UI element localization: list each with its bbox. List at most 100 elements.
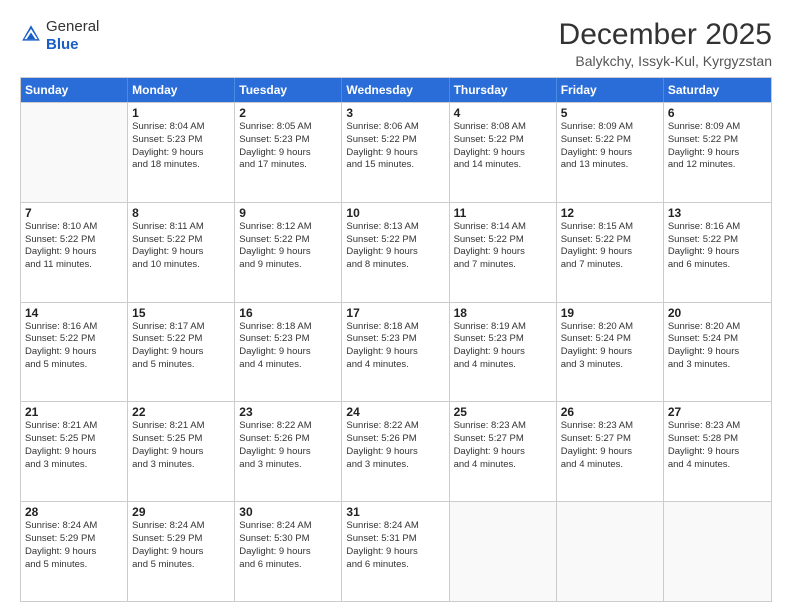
cal-cell: 11Sunrise: 8:14 AM Sunset: 5:22 PM Dayli… (450, 203, 557, 302)
day-number: 31 (346, 505, 444, 519)
logo-text: General Blue (46, 18, 99, 54)
cell-info: Sunrise: 8:20 AM Sunset: 5:24 PM Dayligh… (668, 321, 767, 372)
week-row-3: 14Sunrise: 8:16 AM Sunset: 5:22 PM Dayli… (21, 302, 771, 402)
cell-info: Sunrise: 8:16 AM Sunset: 5:22 PM Dayligh… (668, 221, 767, 272)
day-number: 21 (25, 405, 123, 419)
day-number: 4 (454, 106, 552, 120)
location-title: Balykchy, Issyk-Kul, Kyrgyzstan (559, 53, 772, 69)
day-number: 3 (346, 106, 444, 120)
cell-info: Sunrise: 8:09 AM Sunset: 5:22 PM Dayligh… (561, 121, 659, 172)
day-number: 24 (346, 405, 444, 419)
cell-info: Sunrise: 8:04 AM Sunset: 5:23 PM Dayligh… (132, 121, 230, 172)
cell-info: Sunrise: 8:17 AM Sunset: 5:22 PM Dayligh… (132, 321, 230, 372)
cell-info: Sunrise: 8:19 AM Sunset: 5:23 PM Dayligh… (454, 321, 552, 372)
header: General Blue December 2025 Balykchy, Iss… (20, 18, 772, 69)
day-number: 23 (239, 405, 337, 419)
day-number: 1 (132, 106, 230, 120)
day-number: 10 (346, 206, 444, 220)
day-number: 16 (239, 306, 337, 320)
day-number: 18 (454, 306, 552, 320)
cell-info: Sunrise: 8:23 AM Sunset: 5:28 PM Dayligh… (668, 420, 767, 471)
day-number: 29 (132, 505, 230, 519)
cell-info: Sunrise: 8:20 AM Sunset: 5:24 PM Dayligh… (561, 321, 659, 372)
cell-info: Sunrise: 8:14 AM Sunset: 5:22 PM Dayligh… (454, 221, 552, 272)
day-number: 11 (454, 206, 552, 220)
cal-cell: 5Sunrise: 8:09 AM Sunset: 5:22 PM Daylig… (557, 103, 664, 202)
day-number: 9 (239, 206, 337, 220)
header-day-saturday: Saturday (664, 78, 771, 102)
cal-cell: 2Sunrise: 8:05 AM Sunset: 5:23 PM Daylig… (235, 103, 342, 202)
day-number: 6 (668, 106, 767, 120)
day-number: 20 (668, 306, 767, 320)
cal-cell: 9Sunrise: 8:12 AM Sunset: 5:22 PM Daylig… (235, 203, 342, 302)
page: General Blue December 2025 Balykchy, Iss… (0, 0, 792, 612)
cal-cell: 20Sunrise: 8:20 AM Sunset: 5:24 PM Dayli… (664, 303, 771, 402)
cal-cell: 22Sunrise: 8:21 AM Sunset: 5:25 PM Dayli… (128, 402, 235, 501)
cal-cell: 12Sunrise: 8:15 AM Sunset: 5:22 PM Dayli… (557, 203, 664, 302)
calendar: SundayMondayTuesdayWednesdayThursdayFrid… (20, 77, 772, 602)
header-day-tuesday: Tuesday (235, 78, 342, 102)
header-day-monday: Monday (128, 78, 235, 102)
day-number: 19 (561, 306, 659, 320)
cell-info: Sunrise: 8:15 AM Sunset: 5:22 PM Dayligh… (561, 221, 659, 272)
cal-cell: 21Sunrise: 8:21 AM Sunset: 5:25 PM Dayli… (21, 402, 128, 501)
cell-info: Sunrise: 8:18 AM Sunset: 5:23 PM Dayligh… (346, 321, 444, 372)
cell-info: Sunrise: 8:24 AM Sunset: 5:29 PM Dayligh… (25, 520, 123, 571)
day-number: 13 (668, 206, 767, 220)
cell-info: Sunrise: 8:10 AM Sunset: 5:22 PM Dayligh… (25, 221, 123, 272)
cell-info: Sunrise: 8:06 AM Sunset: 5:22 PM Dayligh… (346, 121, 444, 172)
cell-info: Sunrise: 8:23 AM Sunset: 5:27 PM Dayligh… (561, 420, 659, 471)
header-day-friday: Friday (557, 78, 664, 102)
cal-cell (21, 103, 128, 202)
header-day-sunday: Sunday (21, 78, 128, 102)
cell-info: Sunrise: 8:24 AM Sunset: 5:30 PM Dayligh… (239, 520, 337, 571)
calendar-body: 1Sunrise: 8:04 AM Sunset: 5:23 PM Daylig… (21, 102, 771, 601)
cal-cell: 3Sunrise: 8:06 AM Sunset: 5:22 PM Daylig… (342, 103, 449, 202)
cell-info: Sunrise: 8:24 AM Sunset: 5:29 PM Dayligh… (132, 520, 230, 571)
day-number: 27 (668, 405, 767, 419)
cal-cell: 16Sunrise: 8:18 AM Sunset: 5:23 PM Dayli… (235, 303, 342, 402)
day-number: 7 (25, 206, 123, 220)
title-block: December 2025 Balykchy, Issyk-Kul, Kyrgy… (559, 18, 772, 69)
cal-cell: 29Sunrise: 8:24 AM Sunset: 5:29 PM Dayli… (128, 502, 235, 601)
cell-info: Sunrise: 8:21 AM Sunset: 5:25 PM Dayligh… (132, 420, 230, 471)
logo-icon (20, 23, 42, 50)
day-number: 15 (132, 306, 230, 320)
cal-cell: 1Sunrise: 8:04 AM Sunset: 5:23 PM Daylig… (128, 103, 235, 202)
cell-info: Sunrise: 8:22 AM Sunset: 5:26 PM Dayligh… (346, 420, 444, 471)
week-row-4: 21Sunrise: 8:21 AM Sunset: 5:25 PM Dayli… (21, 401, 771, 501)
cal-cell: 30Sunrise: 8:24 AM Sunset: 5:30 PM Dayli… (235, 502, 342, 601)
logo-blue: Blue (46, 36, 79, 53)
cal-cell: 7Sunrise: 8:10 AM Sunset: 5:22 PM Daylig… (21, 203, 128, 302)
cell-info: Sunrise: 8:23 AM Sunset: 5:27 PM Dayligh… (454, 420, 552, 471)
cal-cell: 15Sunrise: 8:17 AM Sunset: 5:22 PM Dayli… (128, 303, 235, 402)
day-number: 26 (561, 405, 659, 419)
cal-cell (664, 502, 771, 601)
cal-cell: 28Sunrise: 8:24 AM Sunset: 5:29 PM Dayli… (21, 502, 128, 601)
day-number: 22 (132, 405, 230, 419)
header-day-thursday: Thursday (450, 78, 557, 102)
day-number: 30 (239, 505, 337, 519)
day-number: 2 (239, 106, 337, 120)
cal-cell: 6Sunrise: 8:09 AM Sunset: 5:22 PM Daylig… (664, 103, 771, 202)
cal-cell: 24Sunrise: 8:22 AM Sunset: 5:26 PM Dayli… (342, 402, 449, 501)
cell-info: Sunrise: 8:22 AM Sunset: 5:26 PM Dayligh… (239, 420, 337, 471)
cal-cell: 26Sunrise: 8:23 AM Sunset: 5:27 PM Dayli… (557, 402, 664, 501)
day-number: 14 (25, 306, 123, 320)
day-number: 28 (25, 505, 123, 519)
week-row-1: 1Sunrise: 8:04 AM Sunset: 5:23 PM Daylig… (21, 102, 771, 202)
day-number: 17 (346, 306, 444, 320)
cal-cell: 31Sunrise: 8:24 AM Sunset: 5:31 PM Dayli… (342, 502, 449, 601)
cal-cell (557, 502, 664, 601)
cell-info: Sunrise: 8:05 AM Sunset: 5:23 PM Dayligh… (239, 121, 337, 172)
cal-cell: 19Sunrise: 8:20 AM Sunset: 5:24 PM Dayli… (557, 303, 664, 402)
cal-cell: 13Sunrise: 8:16 AM Sunset: 5:22 PM Dayli… (664, 203, 771, 302)
cal-cell: 14Sunrise: 8:16 AM Sunset: 5:22 PM Dayli… (21, 303, 128, 402)
cell-info: Sunrise: 8:24 AM Sunset: 5:31 PM Dayligh… (346, 520, 444, 571)
day-number: 5 (561, 106, 659, 120)
cell-info: Sunrise: 8:21 AM Sunset: 5:25 PM Dayligh… (25, 420, 123, 471)
cell-info: Sunrise: 8:13 AM Sunset: 5:22 PM Dayligh… (346, 221, 444, 272)
cell-info: Sunrise: 8:16 AM Sunset: 5:22 PM Dayligh… (25, 321, 123, 372)
week-row-2: 7Sunrise: 8:10 AM Sunset: 5:22 PM Daylig… (21, 202, 771, 302)
cell-info: Sunrise: 8:11 AM Sunset: 5:22 PM Dayligh… (132, 221, 230, 272)
